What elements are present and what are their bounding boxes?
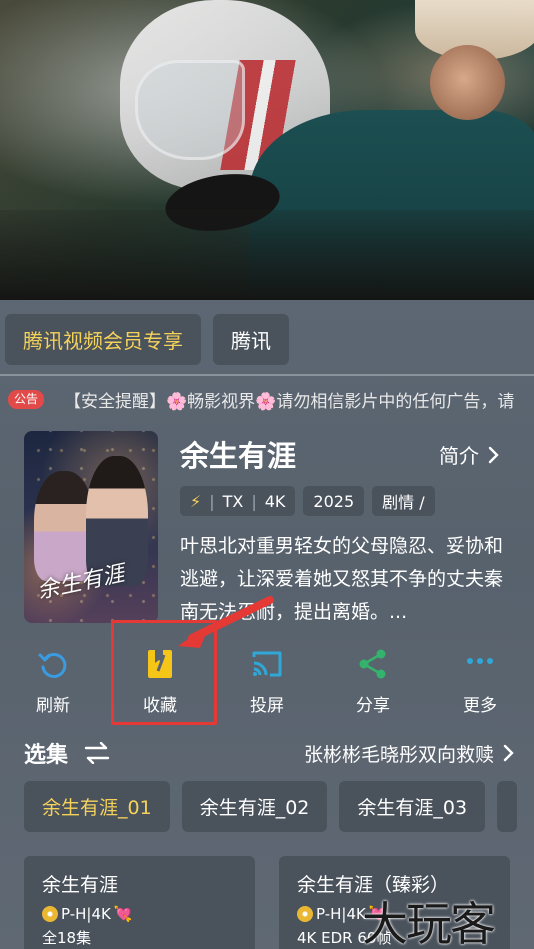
- episode-tab-01[interactable]: 余生有涯_01: [24, 781, 170, 832]
- source-tabs: 腾讯视频会员专享 腾讯: [5, 314, 289, 365]
- tag-source: TX: [222, 491, 244, 511]
- tag-year: 2025: [303, 486, 365, 516]
- bolt-icon: ⚡: [190, 491, 202, 511]
- tag-genre: 剧情 /: [372, 486, 435, 516]
- disc-icon: [42, 906, 58, 922]
- episodes-description: 张彬彬毛晓彤双向救赎: [303, 743, 494, 766]
- tag-source-quality: ⚡ | TX | 4K: [180, 486, 296, 516]
- show-title: 余生有涯: [180, 439, 297, 473]
- watermark: 大玩客: [362, 897, 496, 949]
- notice-badge: 公告: [8, 389, 45, 409]
- card-subtitle: 全18集: [42, 929, 92, 947]
- intro-link[interactable]: 简介: [439, 440, 499, 469]
- card-badge-text: P-H|4K: [61, 905, 111, 923]
- episodes-header: 选集 张彬彬毛晓彤双向救赎: [24, 738, 514, 768]
- divider: [0, 374, 534, 376]
- notice-text: 【安全提醒】🌸畅影视界🌸请勿相信影片中的任何广告，请: [64, 391, 515, 412]
- cast-label: 投屏: [250, 696, 284, 716]
- intro-label: 简介: [439, 444, 479, 468]
- refresh-button[interactable]: 刷新: [3, 643, 103, 723]
- detail-panel: 腾讯视频会员专享 腾讯 公告 【安全提醒】🌸畅影视界🌸请勿相信影片中的任何广告，…: [0, 300, 534, 949]
- heart-icon: 💘: [113, 905, 133, 923]
- more-button[interactable]: 更多: [430, 643, 530, 723]
- annotation-arrow-icon: [178, 596, 274, 648]
- chevron-right-icon: [503, 744, 514, 762]
- episodes-description-link[interactable]: 张彬彬毛晓彤双向救赎: [304, 740, 514, 767]
- share-icon: [359, 649, 386, 679]
- passenger-face: [430, 45, 505, 120]
- helmet-visor: [135, 60, 245, 160]
- share-label: 分享: [356, 696, 390, 716]
- refresh-icon: [38, 652, 67, 678]
- refresh-label: 刷新: [36, 696, 70, 716]
- episode-tab-03[interactable]: 余生有涯_03: [339, 781, 486, 832]
- tag-quality: 4K: [264, 491, 286, 511]
- card-title: 余生有涯: [42, 874, 119, 896]
- action-bar: 刷新 收藏 投屏 分享 更多: [0, 643, 534, 723]
- more-icon: [467, 658, 493, 664]
- sort-swap-icon[interactable]: [84, 742, 110, 764]
- poster[interactable]: 余生有涯: [24, 431, 158, 623]
- source-tab-vip[interactable]: 腾讯视频会员专享: [5, 314, 201, 365]
- meta-tags: ⚡ | TX | 4K 2025 剧情 /: [180, 486, 435, 516]
- source-card-standard[interactable]: 余生有涯 P-H|4K 💘 全18集: [24, 856, 255, 949]
- more-label: 更多: [463, 696, 497, 716]
- source-tab-tencent[interactable]: 腾讯: [213, 314, 289, 365]
- card-badge: P-H|4K 💘: [42, 905, 237, 923]
- episode-tabs: 余生有涯_01 余生有涯_02 余生有涯_03: [24, 781, 518, 832]
- card-badge-text: P-H|4K: [316, 905, 366, 923]
- share-button[interactable]: 分享: [323, 643, 423, 723]
- disc-icon: [297, 906, 313, 922]
- episode-tab-02[interactable]: 余生有涯_02: [181, 781, 328, 832]
- episode-tab-more[interactable]: [497, 781, 518, 832]
- bike-body: [0, 210, 534, 300]
- cast-button[interactable]: 投屏: [217, 643, 317, 723]
- episodes-title: 选集: [24, 743, 69, 768]
- chevron-right-icon: [488, 446, 499, 463]
- notice-bar: 公告 【安全提醒】🌸畅影视界🌸请勿相信影片中的任何广告，请: [0, 384, 534, 414]
- video-player[interactable]: [0, 0, 534, 300]
